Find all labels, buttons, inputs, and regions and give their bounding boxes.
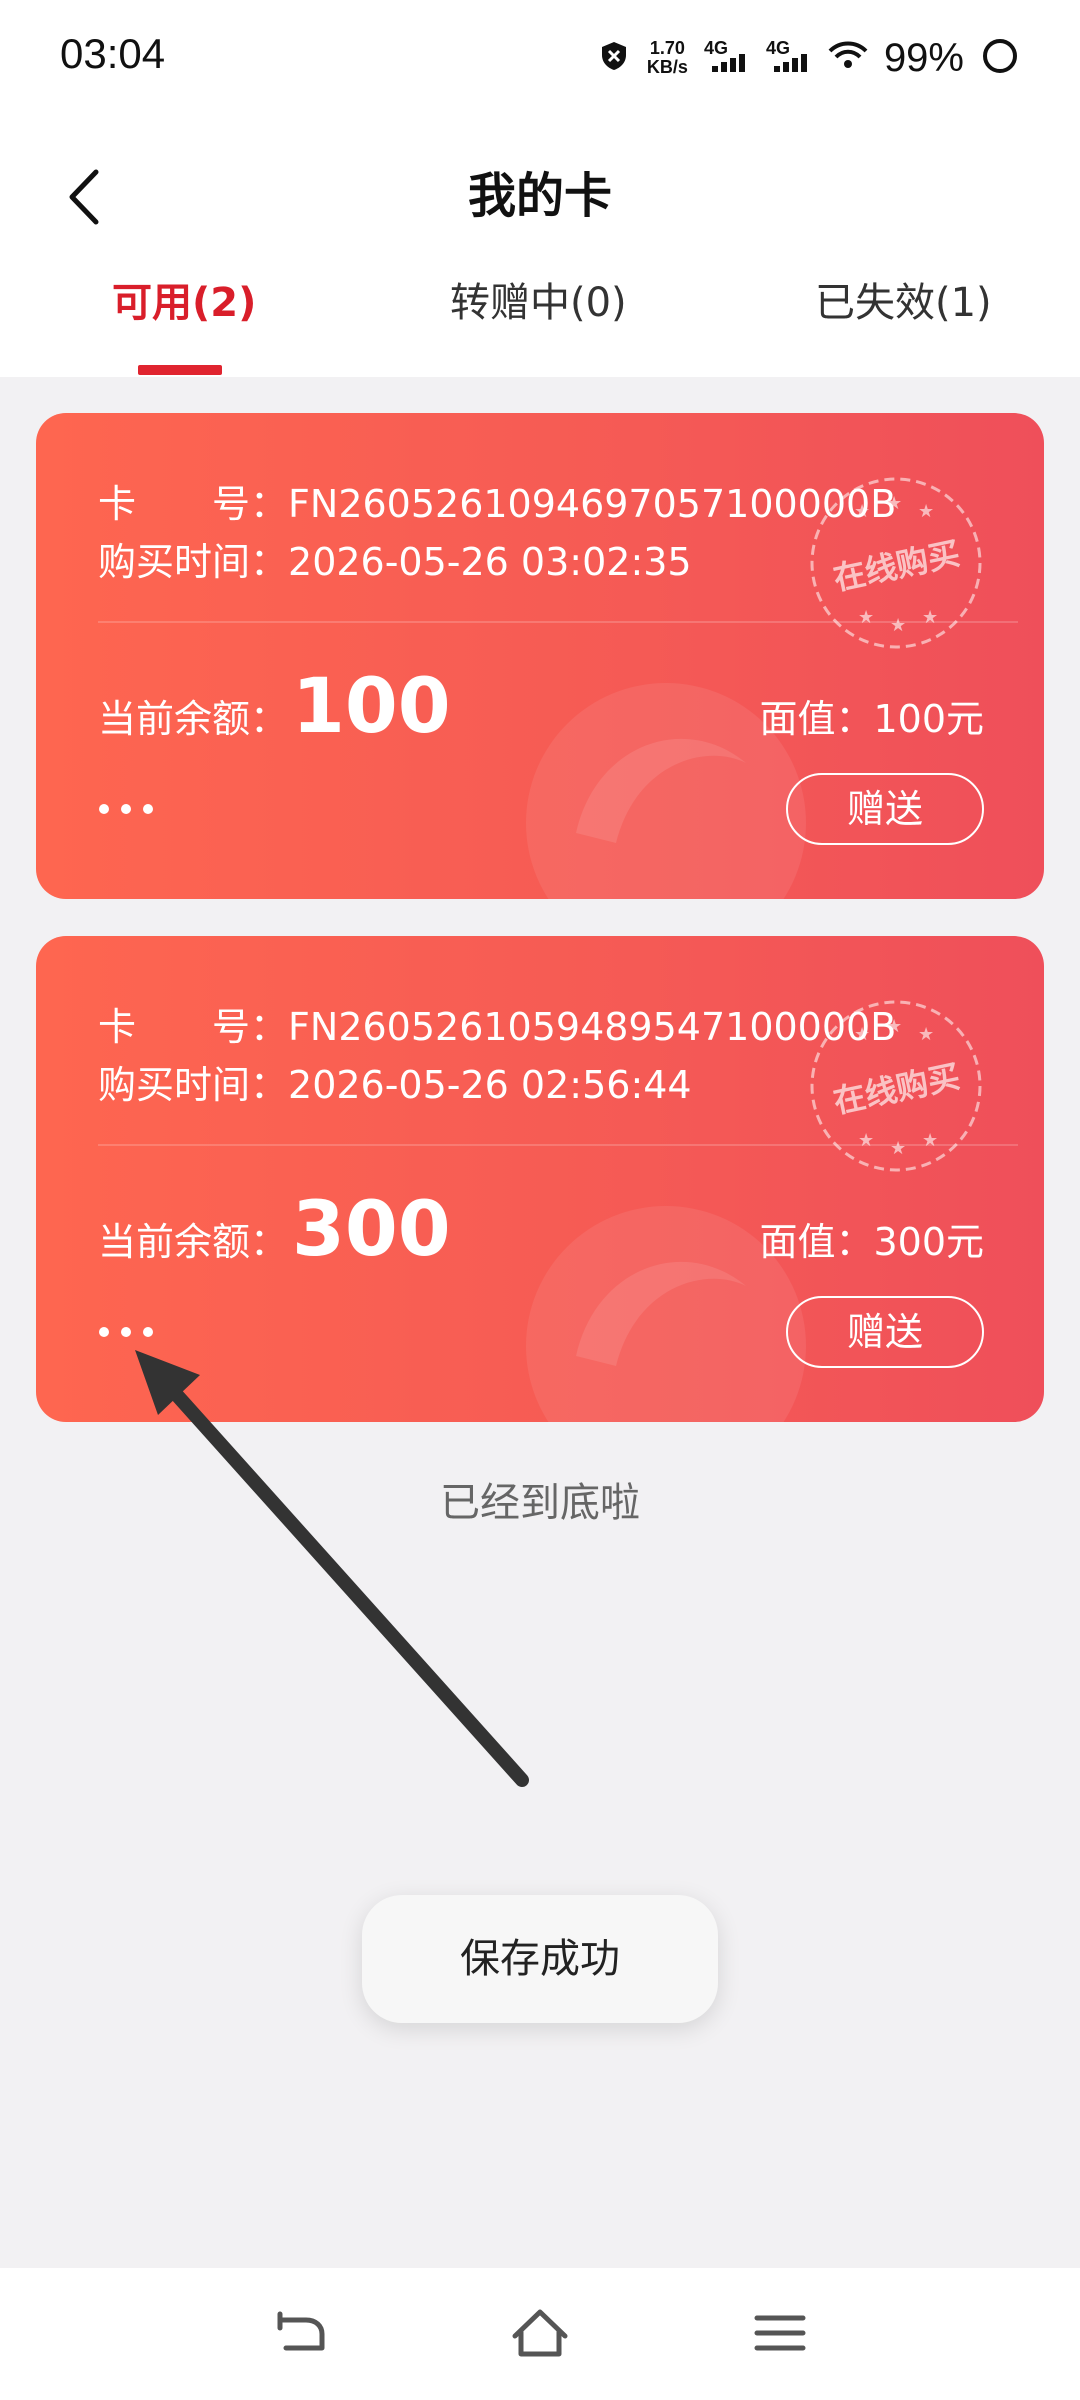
status-icons: 1.70 KB/s 4G 4G 99% xyxy=(597,28,1020,88)
balance-label: 当前余额： xyxy=(98,1220,289,1264)
toast-message: 保存成功 xyxy=(362,1895,718,2023)
balance-label: 当前余额： xyxy=(98,697,289,741)
balance-value: 100 xyxy=(292,661,451,750)
card-number-label-b: 号： xyxy=(212,1005,289,1049)
gift-card[interactable]: ★ ★ ★ ★ ★ ★ 在线购买 卡号：FN260526109469705710… xyxy=(36,413,1044,899)
tab-expired[interactable]: 已失效(1) xyxy=(815,270,992,328)
svg-text:★: ★ xyxy=(922,1130,938,1151)
battery-ring-icon xyxy=(980,36,1020,81)
wifi-icon xyxy=(828,39,868,78)
net-speed-value: 1.70 xyxy=(649,38,685,58)
gift-button[interactable]: 赠送 xyxy=(786,1296,984,1368)
card-divider xyxy=(98,1144,1018,1146)
purchase-time-label: 购买时间： xyxy=(98,1063,289,1107)
card-number-row: 卡 号：FN2605261059489547100000B xyxy=(98,996,896,1051)
purchase-time: 2026-05-26 02:56:44 xyxy=(288,1063,692,1107)
balance-value: 300 xyxy=(292,1184,451,1273)
tab-indicator xyxy=(138,365,222,375)
net-speed-unit: KB/s xyxy=(646,57,688,77)
signal-bars-icon xyxy=(773,54,807,72)
purchase-time-row: 购买时间：2026-05-26 02:56:44 xyxy=(98,1054,692,1109)
svg-text:★: ★ xyxy=(890,1138,906,1159)
list-end-text: 已经到底啦 xyxy=(440,1480,640,1526)
card-number-label-b: 号： xyxy=(212,482,289,526)
tab-transferring[interactable]: 转赠中(0) xyxy=(450,270,627,328)
gift-button[interactable]: 赠送 xyxy=(786,773,984,845)
card-number: FN2605261094697057100000B xyxy=(288,482,897,526)
face-value: 面值：100元 xyxy=(759,697,984,741)
purchase-time-label: 购买时间： xyxy=(98,540,289,584)
system-nav-bar xyxy=(0,2268,1080,2400)
sim2-signal: 4G xyxy=(766,38,812,78)
svg-text:★: ★ xyxy=(922,607,938,628)
home-icon[interactable] xyxy=(505,2298,575,2368)
svg-text:★: ★ xyxy=(918,1024,934,1045)
face-value: 面值：300元 xyxy=(759,1220,984,1264)
status-bar: 03:04 1.70 KB/s 4G 4G 99% xyxy=(0,0,1080,120)
more-dots-icon[interactable] xyxy=(96,798,156,820)
svg-text:★: ★ xyxy=(918,501,934,522)
card-number-label-a: 卡 xyxy=(98,1005,137,1049)
net-speed: 1.70 KB/s xyxy=(647,39,688,77)
status-time: 03:04 xyxy=(60,30,166,77)
svg-text:★: ★ xyxy=(858,1130,874,1151)
card-divider xyxy=(98,621,1018,623)
card-number-label-a: 卡 xyxy=(98,482,137,526)
stamp-text: 在线购买 xyxy=(830,1057,963,1121)
svg-text:★: ★ xyxy=(858,607,874,628)
gift-card[interactable]: ★ ★ ★ ★ ★ ★ 在线购买 卡号：FN260526105948954710… xyxy=(36,936,1044,1422)
mute-icon xyxy=(597,39,631,78)
purchase-time-row: 购买时间：2026-05-26 03:02:35 xyxy=(98,531,692,586)
sim1-signal: 4G xyxy=(704,38,750,78)
tab-available[interactable]: 可用(2) xyxy=(112,270,256,328)
purchase-time: 2026-05-26 03:02:35 xyxy=(288,540,692,584)
nav-back-icon[interactable] xyxy=(266,2298,336,2368)
header: 我的卡 可用(2) 转赠中(0) 已失效(1) xyxy=(0,120,1080,377)
menu-icon[interactable] xyxy=(745,2298,815,2368)
battery-level: 99% xyxy=(883,35,964,80)
svg-text:★: ★ xyxy=(890,615,906,636)
stamp-text: 在线购买 xyxy=(830,534,963,598)
card-number: FN2605261059489547100000B xyxy=(288,1005,897,1049)
card-number-row: 卡 号：FN2605261094697057100000B xyxy=(98,473,896,528)
more-dots-icon[interactable] xyxy=(96,1321,156,1343)
page-title: 我的卡 xyxy=(467,168,612,224)
signal-bars-icon xyxy=(711,54,745,72)
